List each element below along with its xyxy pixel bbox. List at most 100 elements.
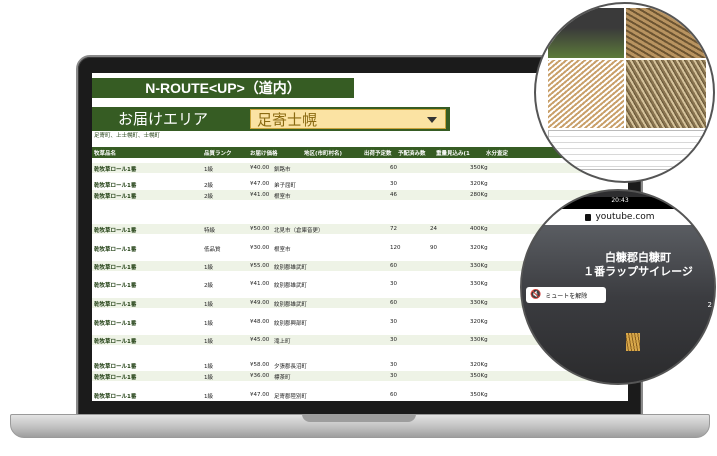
side-text: 伝く	[703, 347, 716, 354]
unmute-label: ミュートを解除	[545, 292, 588, 300]
col-header-name[interactable]: 牧草品名	[94, 149, 116, 157]
cell-weight: 350Kg	[470, 392, 488, 398]
hay-bale-icon	[626, 333, 640, 351]
cell-price: ¥45.00	[250, 337, 270, 343]
phone-status-bar: 20:43	[522, 197, 714, 209]
col-header-district[interactable]: 地区(市町村名)	[304, 149, 342, 157]
cell-weight: 320Kg	[470, 362, 488, 368]
cell-name: 乾牧草ロール1番	[94, 375, 137, 381]
cell-planned: 46	[390, 192, 397, 198]
cell-weight: 320Kg	[470, 181, 488, 187]
cell-district: 標茶町	[274, 375, 291, 381]
col-header-planned[interactable]: 出荷予定数	[364, 149, 392, 157]
cell-district: 北見市（倉庫音更）	[274, 228, 324, 234]
cell-weight: 320Kg	[470, 245, 488, 251]
lock-icon	[585, 213, 592, 221]
cell-planned: 30	[390, 281, 397, 287]
cell-planned: 30	[390, 337, 397, 343]
cell-rank: 1級	[204, 321, 213, 327]
address-url: youtube.com	[595, 212, 655, 222]
cell-price: ¥58.00	[250, 362, 270, 368]
cell-district: 紋別郡雄武町	[274, 302, 308, 308]
cell-weight: 320Kg	[470, 319, 488, 325]
area-note: 足寄町、上士幌町、士幌町	[94, 133, 161, 139]
area-dropdown-value: 足寄士幌	[257, 110, 318, 129]
cell-name: 乾牧草ロール1番	[94, 265, 137, 271]
side-number: 2	[707, 301, 712, 309]
video-player[interactable]: 白糠郡白糠町 １番ラップサイレージ 🔇 ミュートを解除 2 伝く	[522, 225, 716, 383]
cell-name: 乾牧草ロール1番	[94, 364, 137, 370]
cell-rank: 1級	[204, 394, 213, 400]
cell-name: 乾牧草ロール1番	[94, 194, 137, 200]
cell-rank: 1級	[204, 167, 213, 173]
video-title-line2: １番ラップサイレージ	[583, 265, 693, 278]
cell-rank: 2級	[204, 194, 213, 200]
cell-district: 足寄郡陸別町	[274, 394, 308, 400]
cell-weight: 330Kg	[470, 300, 488, 306]
cell-price: ¥55.00	[250, 263, 270, 269]
table-row[interactable]: 乾牧草ロール1番 2級 ¥47.00 弟子屈町 30 320Kg	[92, 179, 628, 189]
cell-rank: 2級	[204, 283, 213, 289]
area-dropdown[interactable]: 足寄士幌	[250, 109, 446, 129]
cell-price: ¥41.00	[250, 192, 270, 198]
col-header-price[interactable]: お届け価格	[250, 149, 278, 157]
cell-planned: 30	[390, 373, 397, 379]
cell-district: 紋別郡雄武町	[274, 265, 308, 271]
cell-district: 弟子屈町	[274, 183, 297, 189]
cell-reserved: 90	[430, 245, 437, 251]
cell-district: 根室市	[274, 247, 291, 253]
video-title: 白糠郡白糠町 １番ラップサイレージ	[558, 251, 714, 279]
zoom-circle-photos	[534, 2, 715, 183]
col-header-moisture[interactable]: 水分査定	[486, 149, 508, 157]
cell-rank: 1級	[204, 339, 213, 345]
cell-planned: 30	[390, 181, 397, 187]
cell-weight: 330Kg	[470, 337, 488, 343]
cell-price: ¥50.00	[250, 226, 270, 232]
cell-name: 乾牧草ロール1番	[94, 321, 137, 327]
area-label: お届けエリア	[118, 110, 209, 128]
cell-rank: 特級	[204, 228, 216, 234]
cell-price: ¥47.00	[250, 392, 270, 398]
col-header-rank[interactable]: 品質ランク	[204, 149, 232, 157]
cell-planned: 30	[390, 319, 397, 325]
cell-planned: 60	[390, 392, 397, 398]
col-header-weight[interactable]: 重量見込み(1	[436, 149, 470, 157]
muted-speaker-icon: 🔇	[530, 290, 542, 300]
hay-photo	[626, 8, 706, 58]
cell-price: ¥47.00	[250, 181, 270, 187]
cell-price: ¥48.00	[250, 319, 270, 325]
phone-time: 20:43	[611, 197, 629, 204]
cell-price: ¥36.00	[250, 373, 270, 379]
cell-weight: 400Kg	[470, 226, 488, 232]
cell-weight: 280Kg	[470, 192, 488, 198]
col-header-reserved[interactable]: 予配済み数	[398, 149, 426, 157]
cell-district: 滝上町	[274, 339, 291, 345]
hay-bale-photo	[548, 8, 624, 58]
cell-name: 乾牧草ロール1番	[94, 339, 137, 345]
mini-spec-table	[548, 130, 706, 170]
cell-rank: 1級	[204, 265, 213, 271]
cell-district: 紋別郡雄武町	[274, 283, 308, 289]
hay-photo	[626, 60, 706, 128]
cell-name: 乾牧草ロール1番	[94, 167, 137, 173]
cell-name: 乾牧草ロール1番	[94, 394, 137, 400]
cell-name: 乾牧草ロール1番	[94, 228, 137, 234]
cell-weight: 350Kg	[470, 373, 488, 379]
table-row[interactable]: 乾牧草ロール1番 1級 ¥47.00 足寄郡陸別町 60 350Kg	[92, 390, 628, 400]
cell-price: ¥40.00	[250, 165, 270, 171]
cell-rank: 1級	[204, 375, 213, 381]
cell-planned: 30	[390, 362, 397, 368]
cell-rank: 1級	[204, 302, 213, 308]
address-bar[interactable]: youtube.com	[522, 209, 714, 225]
cell-price: ¥49.00	[250, 300, 270, 306]
cell-rank: 2級	[204, 183, 213, 189]
cell-name: 乾牧草ロール1番	[94, 247, 137, 253]
cell-district: 根室市	[274, 194, 291, 200]
unmute-button[interactable]: 🔇 ミュートを解除	[526, 287, 606, 303]
cell-weight: 330Kg	[470, 281, 488, 287]
cell-district: 釧路市	[274, 167, 291, 173]
video-title-line1: 白糠郡白糠町	[605, 251, 671, 264]
cell-planned: 60	[390, 263, 397, 269]
cell-name: 乾牧草ロール1番	[94, 302, 137, 308]
chevron-down-icon[interactable]	[427, 117, 437, 123]
